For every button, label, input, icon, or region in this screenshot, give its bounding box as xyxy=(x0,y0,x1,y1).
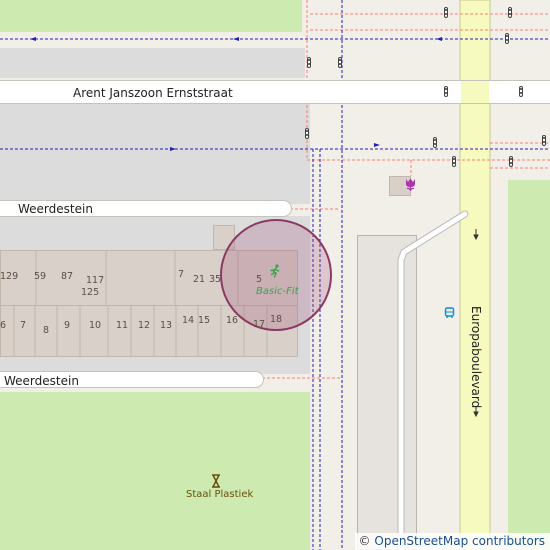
house-number: 10 xyxy=(89,320,102,331)
house-number: 6 xyxy=(0,320,7,331)
house-number: 8 xyxy=(43,325,50,336)
house-number: 7 xyxy=(178,269,185,280)
house-number: 12 xyxy=(138,320,151,331)
house-number: 17 xyxy=(253,319,266,330)
house-number: 18 xyxy=(270,314,283,325)
traffic-signal-icon xyxy=(307,57,311,68)
street-label-europaboulevard: Europaboulevard xyxy=(469,306,483,409)
house-number: 11 xyxy=(116,320,129,331)
street-label-weerdestein-upper: Weerdestein xyxy=(18,202,93,216)
house-number: 13 xyxy=(160,320,173,331)
attribution-link[interactable]: OpenStreetMap contributors xyxy=(374,534,545,548)
traffic-signal-icon xyxy=(509,156,513,167)
map-canvas[interactable]: Arent Janszoon Ernststraat Weerdestein W… xyxy=(0,0,550,550)
traffic-signal-icon xyxy=(505,33,509,44)
hourglass-icon[interactable] xyxy=(210,473,222,488)
house-number: 5 xyxy=(256,274,263,285)
traffic-signal-icon xyxy=(305,128,309,139)
map-attribution: © OpenStreetMap contributors xyxy=(354,533,550,550)
house-number: 87 xyxy=(61,271,74,282)
street-label-weerdestein-lower: Weerdestein xyxy=(4,374,79,388)
poi-label-basic-fit[interactable]: Basic-Fit xyxy=(256,286,299,297)
traffic-signal-icon xyxy=(433,137,437,148)
running-person-icon[interactable] xyxy=(267,263,283,279)
house-number: 16 xyxy=(226,315,239,326)
street-label-arent: Arent Janszoon Ernststraat xyxy=(73,86,233,100)
house-number: 21 xyxy=(193,274,206,285)
traffic-signal-icon xyxy=(452,156,456,167)
traffic-signal-icon xyxy=(338,57,342,68)
house-number: 7 xyxy=(20,320,27,331)
house-number: 35 xyxy=(209,274,222,285)
tulip-icon[interactable] xyxy=(404,176,417,191)
house-number: 9 xyxy=(64,320,71,331)
house-number: 117 xyxy=(86,275,105,286)
house-number: 14 xyxy=(182,315,195,326)
traffic-signal-icon xyxy=(444,7,448,18)
traffic-signal-icon xyxy=(542,135,546,146)
service-road-curve xyxy=(397,210,469,550)
europaboulevard-crossing xyxy=(461,81,489,103)
traffic-signal-icon xyxy=(444,86,448,97)
house-number: 125 xyxy=(81,287,100,298)
traffic-signal-icon xyxy=(519,86,523,97)
copyright-symbol: © xyxy=(358,534,371,548)
house-number: 129 xyxy=(0,271,19,282)
house-number: 59 xyxy=(34,271,47,282)
bus-stop-icon[interactable] xyxy=(444,304,455,318)
traffic-signal-icon xyxy=(508,7,512,18)
house-number: 15 xyxy=(198,315,211,326)
poi-label-staal-plastiek[interactable]: Staal Plastiek xyxy=(186,489,253,500)
